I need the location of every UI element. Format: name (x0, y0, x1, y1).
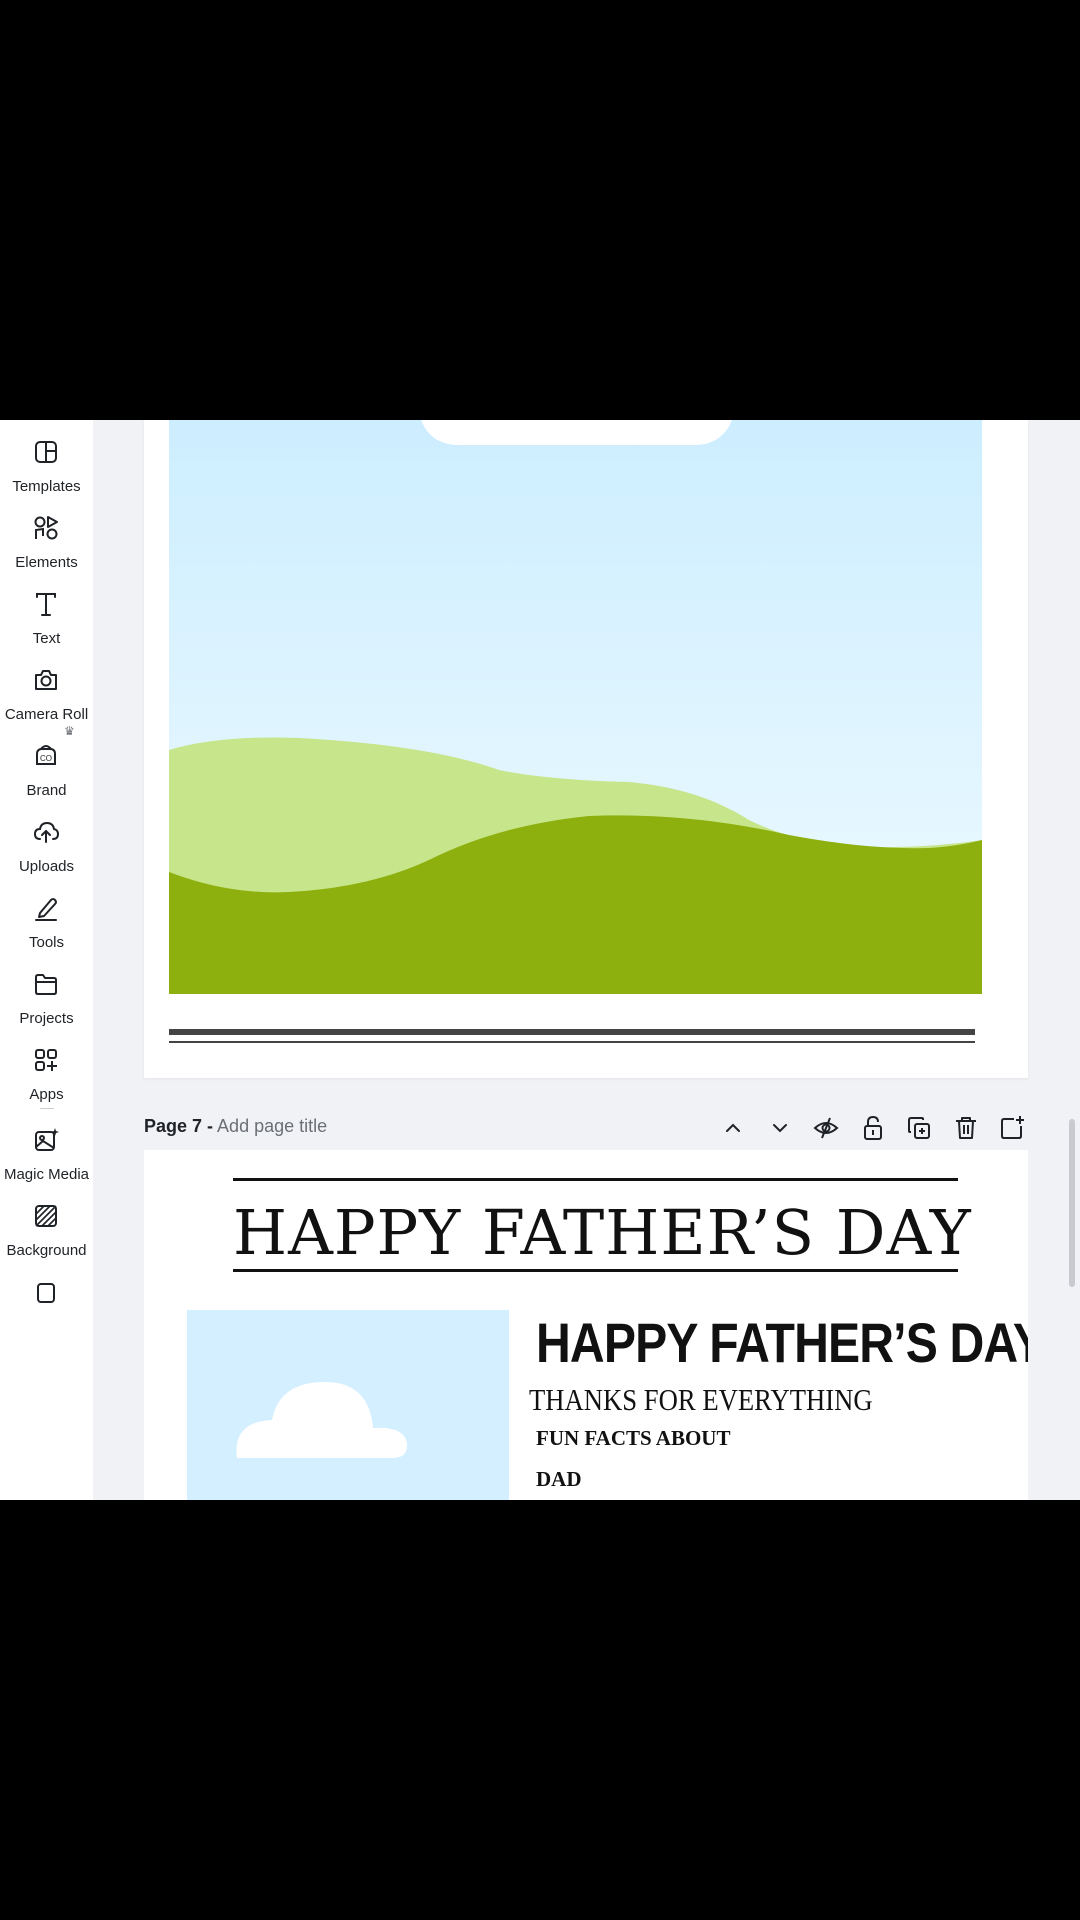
page-title-input[interactable]: Add page title (217, 1116, 327, 1136)
landscape-illustration[interactable] (169, 420, 982, 994)
move-down-icon[interactable] (766, 1114, 794, 1142)
sidebar-item-label: Background (6, 1242, 87, 1259)
folder-icon (35, 974, 57, 995)
sidebar-item-background[interactable]: Background (0, 1184, 93, 1264)
canvas-scroll-area[interactable]: Page 7 - Add page title HAPPY FATHER’S D… (93, 420, 1080, 1500)
divider-thin (169, 1041, 975, 1043)
subheading[interactable]: HAPPY FATHER’S DAY (536, 1310, 1028, 1375)
divider-thick (169, 1029, 975, 1035)
vertical-scrollbar[interactable] (1069, 1119, 1075, 1287)
duplicate-page-icon[interactable] (905, 1114, 933, 1142)
crown-icon: ♛ (64, 724, 75, 738)
delete-page-icon[interactable] (952, 1114, 980, 1142)
sidebar-item-label: Tools (28, 934, 65, 951)
sidebar-item-label: Text (32, 630, 61, 647)
heading-rule-top (233, 1178, 958, 1181)
sidebar-item-magic-media[interactable]: Magic Media (0, 1108, 93, 1188)
partial-icon (37, 1283, 55, 1303)
page-heading[interactable]: HAPPY FATHER’S DAY (233, 1196, 971, 1269)
page-number: Page 7 - (144, 1116, 214, 1136)
fun-facts-subject[interactable]: DAD (536, 1467, 582, 1492)
elements-icon (34, 516, 58, 540)
sidebar-item-label: Magic Media (3, 1166, 90, 1183)
landscape-svg (169, 420, 982, 994)
add-page-icon[interactable] (998, 1114, 1026, 1142)
photo-placeholder[interactable] (187, 1310, 509, 1500)
move-up-icon[interactable] (719, 1114, 747, 1142)
sidebar-item-tools[interactable]: Tools (0, 876, 93, 956)
sidebar-item-brand[interactable]: ♛ CO Brand (0, 724, 93, 804)
page-label: Page 7 - Add page title (144, 1116, 327, 1137)
left-sidebar: Templates Elements Text Camera Roll ♛ CO… (0, 420, 93, 1500)
fun-facts-title[interactable]: FUN FACTS ABOUT (536, 1426, 730, 1451)
hide-page-icon[interactable] (812, 1114, 840, 1142)
sidebar-item-label: Camera Roll (4, 706, 89, 723)
sidebar-item-templates[interactable]: Templates (0, 420, 93, 500)
sidebar-item-label: Elements (15, 554, 78, 571)
sidebar-item-label: Apps (29, 1086, 64, 1103)
brand-icon: CO (36, 745, 56, 765)
sidebar-item-label: Brand (26, 782, 67, 799)
page-toolbar: Page 7 - Add page title (144, 1110, 1028, 1146)
sidebar-item-apps[interactable]: Apps (0, 1028, 93, 1108)
lock-icon[interactable] (859, 1114, 887, 1142)
sidebar-item-projects[interactable]: Projects (0, 952, 93, 1032)
sidebar-item-elements[interactable]: Elements (0, 496, 93, 576)
sidebar-item-label: Uploads (18, 858, 75, 875)
camera-icon (35, 670, 57, 690)
sidebar-item-text[interactable]: Text (0, 572, 93, 652)
cloud-illustration (236, 1382, 407, 1458)
sidebar-item-more[interactable] (0, 1260, 93, 1303)
text-icon (36, 593, 56, 616)
magic-media-icon (35, 1128, 59, 1151)
canva-editor: Templates Elements Text Camera Roll ♛ CO… (0, 420, 1080, 1500)
sidebar-item-label: Templates (12, 478, 81, 495)
upload-cloud-icon (33, 821, 60, 843)
apps-grid-icon (35, 1049, 57, 1071)
pen-tool-icon (35, 898, 57, 921)
background-hatch-icon (35, 1205, 57, 1227)
svg-text:CO: CO (40, 754, 52, 763)
templates-icon (35, 441, 57, 463)
heading-rule-bottom (233, 1269, 958, 1272)
page-6-canvas[interactable] (144, 420, 1028, 1078)
cloud-shape (421, 420, 732, 445)
sidebar-item-label: Projects (19, 1010, 74, 1027)
sidebar-item-camera-roll[interactable]: Camera Roll (0, 648, 93, 728)
page-7-canvas[interactable]: HAPPY FATHER’S DAY HAPPY FATHER’S DAY TH… (144, 1150, 1028, 1500)
sidebar-item-uploads[interactable]: Uploads (0, 800, 93, 880)
tagline[interactable]: THANKS FOR EVERYTHING (529, 1382, 873, 1418)
